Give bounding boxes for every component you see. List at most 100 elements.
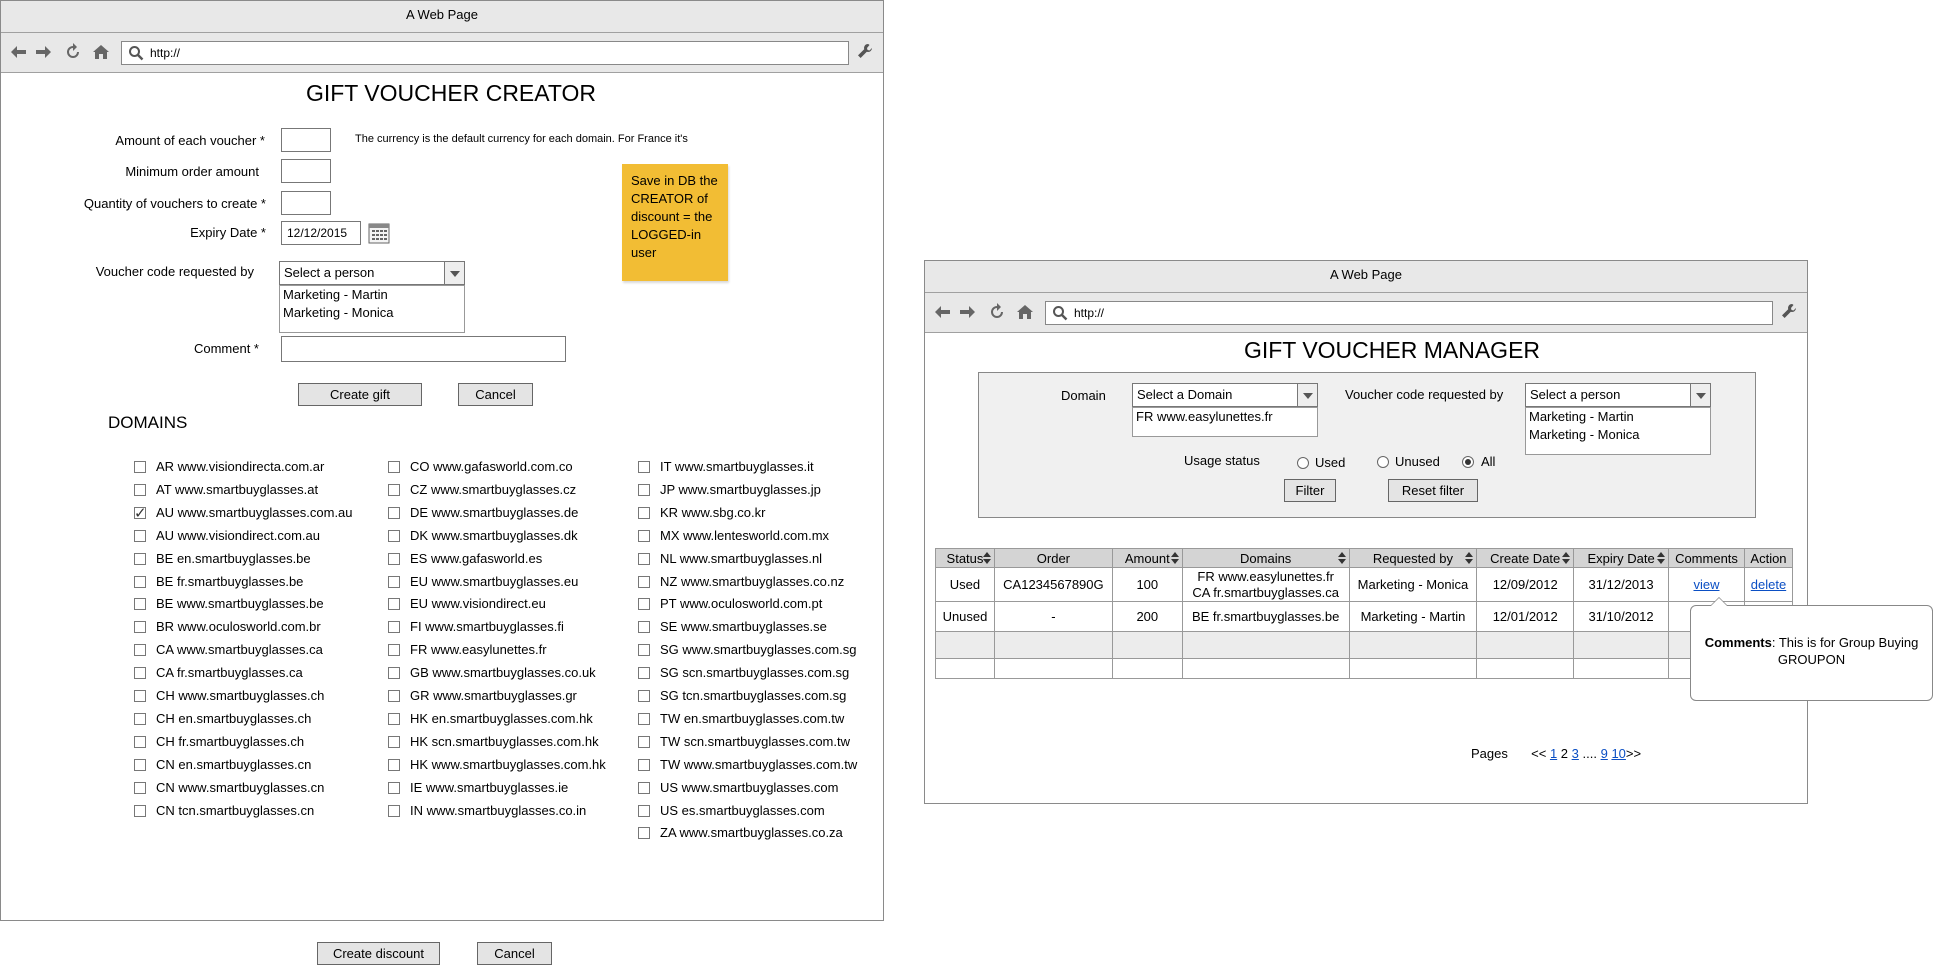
view-comment-link[interactable]: view: [1693, 577, 1719, 592]
domain-checkbox[interactable]: [134, 552, 146, 565]
comment-input[interactable]: [281, 336, 566, 362]
domain-checkbox[interactable]: [638, 758, 650, 771]
domain-checkbox[interactable]: [388, 712, 400, 725]
next-page-link[interactable]: >>: [1626, 746, 1641, 761]
domain-checkbox[interactable]: [388, 667, 400, 680]
home-icon[interactable]: [91, 43, 111, 63]
domain-checkbox[interactable]: [638, 575, 650, 588]
cancel-discount-button[interactable]: Cancel: [477, 942, 552, 965]
address-bar[interactable]: http://: [121, 41, 849, 65]
sort-icon[interactable]: [982, 552, 991, 564]
reload-icon[interactable]: [987, 303, 1007, 323]
domain-checkbox[interactable]: [134, 644, 146, 657]
chevron-down-icon[interactable]: [1690, 384, 1710, 406]
domain-checkbox[interactable]: [134, 758, 146, 771]
create-gift-button[interactable]: Create gift: [298, 383, 422, 406]
domain-checkbox[interactable]: [388, 781, 400, 794]
domain-checkbox[interactable]: [388, 529, 400, 542]
domain-checkbox[interactable]: [134, 503, 147, 523]
radio-unused-label[interactable]: Unused: [1395, 454, 1440, 469]
page-9-link[interactable]: 9: [1601, 746, 1608, 761]
expiry-date-input[interactable]: 12/12/2015: [281, 221, 361, 245]
radio-used[interactable]: [1297, 457, 1309, 469]
domain-checkbox[interactable]: [134, 712, 146, 725]
domain-checkbox[interactable]: [134, 598, 146, 611]
domain-checkbox[interactable]: [638, 552, 650, 565]
domain-checkbox[interactable]: [638, 735, 650, 748]
address-bar[interactable]: http://: [1045, 301, 1773, 325]
domain-checkbox[interactable]: [388, 644, 400, 657]
domain-checkbox[interactable]: [388, 735, 400, 748]
col-status[interactable]: Status: [935, 548, 995, 568]
option-item[interactable]: FR www.easylunettes.fr: [1133, 408, 1317, 426]
radio-all[interactable]: [1462, 456, 1474, 468]
page-1-link[interactable]: 1: [1550, 746, 1557, 761]
domain-checkbox[interactable]: [638, 667, 650, 680]
home-icon[interactable]: [1015, 303, 1035, 323]
forward-icon[interactable]: [33, 43, 53, 63]
col-expiry-date[interactable]: Expiry Date: [1573, 548, 1670, 568]
option-item[interactable]: Marketing - Martin: [1526, 408, 1710, 426]
domain-checkbox[interactable]: [388, 621, 400, 634]
chevron-down-icon[interactable]: [1297, 384, 1317, 406]
domain-checkbox[interactable]: [638, 529, 650, 542]
option-item[interactable]: Marketing - Martin: [280, 286, 464, 304]
domain-checkbox[interactable]: [134, 804, 146, 817]
create-discount-button[interactable]: Create discount: [317, 942, 440, 965]
reset-filter-button[interactable]: Reset filter: [1388, 479, 1478, 502]
wrench-icon[interactable]: [855, 43, 875, 63]
quantity-input[interactable]: [281, 191, 331, 215]
sort-icon[interactable]: [1657, 552, 1666, 564]
page-3-link[interactable]: 3: [1572, 746, 1579, 761]
requested-by-select[interactable]: Select a person: [1525, 383, 1711, 407]
domain-checkbox[interactable]: [388, 758, 400, 771]
domain-checkbox[interactable]: [388, 690, 400, 702]
domain-checkbox[interactable]: [134, 690, 146, 702]
prev-page-link[interactable]: <<: [1531, 746, 1546, 761]
radio-all-label[interactable]: All: [1481, 454, 1495, 469]
col-domains[interactable]: Domains: [1181, 548, 1350, 568]
domain-checkbox[interactable]: [388, 804, 400, 817]
requested-by-select[interactable]: Select a person: [279, 261, 465, 285]
col-amount[interactable]: Amount: [1111, 548, 1183, 568]
back-icon[interactable]: [9, 43, 29, 63]
radio-used-label[interactable]: Used: [1315, 455, 1345, 470]
calendar-icon[interactable]: [368, 222, 390, 244]
domain-checkbox[interactable]: [134, 781, 146, 794]
domain-checkbox[interactable]: [638, 461, 650, 473]
filter-button[interactable]: Filter: [1284, 479, 1336, 502]
domain-checkbox[interactable]: [134, 575, 146, 588]
domain-select[interactable]: Select a Domain: [1132, 383, 1318, 407]
domain-checkbox[interactable]: [638, 621, 650, 634]
domain-checkbox[interactable]: [134, 461, 146, 473]
domain-checkbox[interactable]: [388, 598, 400, 611]
domain-checkbox[interactable]: [638, 804, 650, 817]
chevron-down-icon[interactable]: [444, 262, 464, 284]
domain-checkbox[interactable]: [388, 552, 400, 565]
cancel-button[interactable]: Cancel: [458, 383, 533, 406]
sort-icon[interactable]: [1337, 552, 1346, 564]
domain-checkbox[interactable]: [638, 644, 650, 657]
sort-icon[interactable]: [1562, 552, 1571, 564]
domain-checkbox[interactable]: [388, 506, 400, 519]
domain-checkbox[interactable]: [134, 529, 146, 542]
sort-icon[interactable]: [1170, 552, 1179, 564]
option-item[interactable]: Marketing - Monica: [1526, 426, 1710, 444]
forward-icon[interactable]: [957, 303, 977, 323]
domain-checkbox[interactable]: [638, 483, 650, 496]
option-item[interactable]: Marketing - Monica: [280, 304, 464, 322]
domain-checkbox[interactable]: [134, 735, 146, 748]
min-order-input[interactable]: [281, 159, 331, 183]
reload-icon[interactable]: [63, 43, 83, 63]
domain-checkbox[interactable]: [134, 621, 146, 634]
domain-checkbox[interactable]: [638, 690, 650, 702]
domain-checkbox[interactable]: [134, 667, 146, 680]
back-icon[interactable]: [933, 303, 953, 323]
domain-checkbox[interactable]: [388, 461, 400, 473]
delete-link[interactable]: delete: [1751, 577, 1786, 592]
domain-checkbox[interactable]: [638, 712, 650, 725]
radio-unused[interactable]: [1377, 456, 1389, 468]
domain-checkbox[interactable]: [388, 483, 400, 496]
col-requested-by[interactable]: Requested by: [1348, 548, 1478, 568]
domain-checkbox[interactable]: [638, 506, 650, 519]
